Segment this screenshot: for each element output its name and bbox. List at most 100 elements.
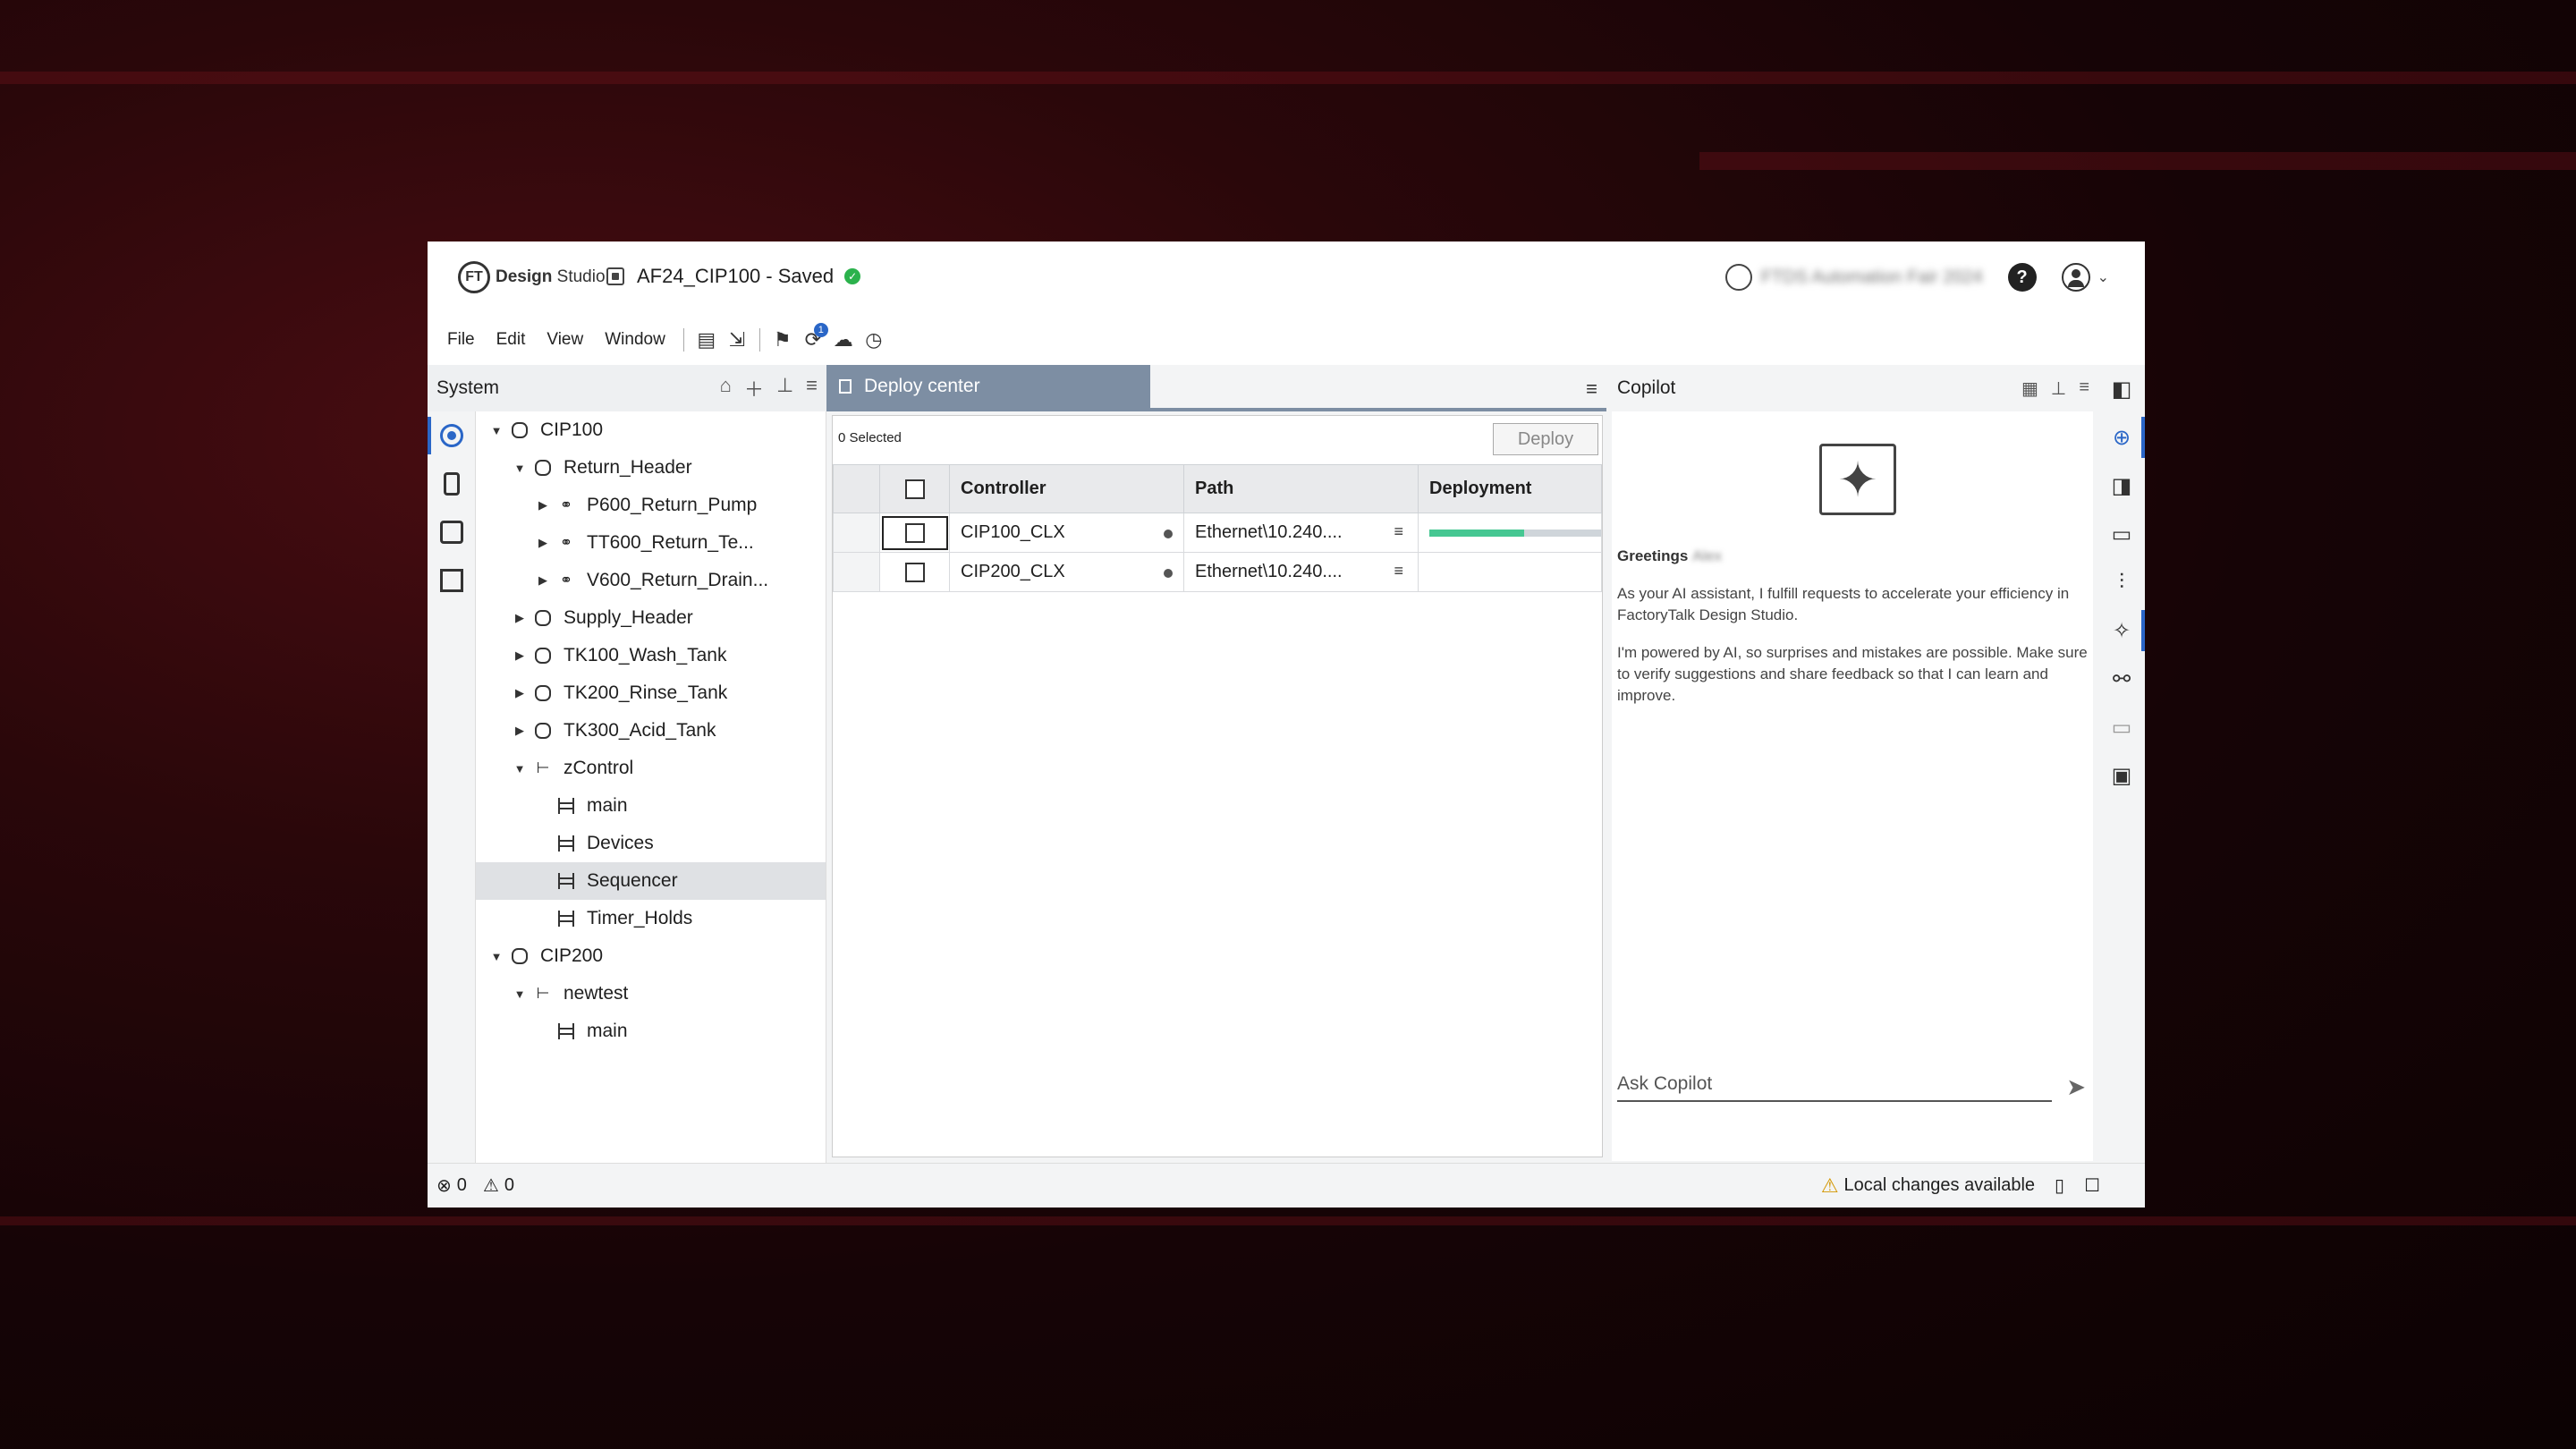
menu-window[interactable]: Window [594, 330, 676, 350]
prog-icon: ⊢ [536, 985, 550, 1002]
document-icon[interactable]: ▤ [691, 325, 722, 355]
toolbox-icon[interactable]: ▭ [2098, 510, 2145, 558]
menu-divider [758, 328, 760, 352]
cross-reference-icon[interactable]: ⚯ [2098, 655, 2145, 703]
tree-item-label: P600_Return_Pump [587, 495, 758, 515]
panel-toggle-icon[interactable]: ◧ [2098, 365, 2145, 413]
menu-edit[interactable]: Edit [486, 330, 537, 350]
send-icon[interactable]: ➤ [2066, 1073, 2086, 1101]
sync-icon[interactable]: ⟳ 1 [798, 323, 828, 355]
menu-file[interactable]: File [436, 330, 486, 350]
properties-icon[interactable]: ◨ [2098, 462, 2145, 510]
history-list-icon[interactable]: ▦ [2021, 377, 2038, 400]
menu-icon[interactable]: ≡ [1394, 522, 1403, 541]
deploy-button[interactable]: Deploy [1493, 423, 1598, 455]
sync-badge: 1 [813, 323, 828, 337]
dock-icon[interactable]: ▯ [2055, 1174, 2064, 1197]
tree-item[interactable]: ▼ ⊢ zControl [476, 750, 826, 787]
copilot-icon[interactable]: ✧ [2098, 606, 2145, 655]
menu-icon[interactable]: ≡ [1586, 377, 1597, 401]
tree-item[interactable]: Timer_Holds [476, 900, 826, 937]
chevron-right-icon[interactable]: ▶ [512, 686, 528, 700]
tree-item[interactable]: ▶ Supply_Header [476, 599, 826, 637]
user-menu[interactable]: ⌄ [2061, 263, 2109, 292]
menu-icon[interactable]: ≡ [806, 374, 818, 402]
chevron-right-icon[interactable]: ▶ [535, 573, 551, 588]
add-icon[interactable]: ＋ [744, 374, 764, 402]
tree-item[interactable]: ▶ ⚭ V600_Return_Drain... [476, 562, 826, 599]
route-icon: ⚭ [559, 572, 573, 589]
tree-item[interactable]: ▶ ⚭ TT600_Return_Te... [476, 524, 826, 562]
tree-item[interactable]: ▶ TK300_Acid_Tank [476, 712, 826, 750]
title-bar-actions: FTDS Automation Fair 2024 ? ⌄ [1724, 263, 2109, 292]
tree-item[interactable]: ▶ ⚭ P600_Return_Pump [476, 487, 826, 524]
pin-icon[interactable]: ⊥ [776, 374, 793, 402]
organization-selector[interactable]: FTDS Automation Fair 2024 [1724, 264, 1983, 291]
row-select-cell [879, 513, 950, 553]
settings-view-button[interactable] [428, 508, 476, 556]
tree-item[interactable]: Sequencer [476, 862, 826, 900]
tree-item-label: newtest [564, 983, 629, 1004]
chevron-down-icon[interactable]: ▼ [512, 762, 528, 775]
tab-strip: Deploy center ≡ [826, 365, 1606, 411]
tree-item[interactable]: ▼ CIP100 [476, 411, 826, 449]
hex-icon [535, 685, 551, 701]
output-icon[interactable]: ▭ [2098, 703, 2145, 751]
row-checkbox[interactable] [904, 522, 925, 543]
chevron-right-icon[interactable]: ▶ [535, 498, 551, 513]
error-count[interactable]: ⊗ 0 [436, 1174, 467, 1197]
tree-item[interactable]: ▼ CIP200 [476, 937, 826, 975]
table-row[interactable]: CIP100_CLX Ethernet\10.240.... ≡ [833, 513, 1602, 553]
chevron-down-icon[interactable]: ▼ [488, 950, 504, 963]
terminal-icon[interactable]: ▣ [2098, 751, 2145, 800]
menu-icon[interactable]: ≡ [1394, 562, 1403, 580]
tree-item[interactable]: main [476, 787, 826, 825]
chevron-right-icon[interactable]: ▶ [512, 611, 528, 625]
ladder-icon [558, 1023, 574, 1039]
flag-icon[interactable]: ⚑ [767, 325, 798, 355]
chevron-right-icon[interactable]: ▶ [512, 648, 528, 663]
tree-item[interactable]: ▼ ⊢ newtest [476, 975, 826, 1013]
warning-count[interactable]: ⚠ 0 [483, 1174, 514, 1197]
chevron-right-icon[interactable]: ▶ [535, 536, 551, 550]
chevron-down-icon[interactable]: ▼ [488, 424, 504, 437]
tab-deploy-center[interactable]: Deploy center [826, 365, 1150, 408]
help-icon[interactable]: ? [2007, 263, 2037, 292]
menu-view[interactable]: View [536, 330, 594, 350]
ask-copilot-input[interactable]: Ask Copilot [1617, 1068, 2052, 1102]
history-icon[interactable]: ◷ [859, 325, 889, 355]
column-header-deployment[interactable]: Deployment [1418, 464, 1602, 513]
chevron-right-icon[interactable]: ▶ [512, 724, 528, 738]
column-header-controller[interactable]: Controller [949, 464, 1184, 513]
chevron-down-icon[interactable]: ▼ [512, 462, 528, 475]
local-changes[interactable]: ⚠ Local changes available [1821, 1174, 2035, 1198]
compass-icon[interactable]: ⊕ [2098, 413, 2145, 462]
menu-bar: File Edit View Window ▤ ⇲ ⚑ ⟳ 1 ☁ ◷ [428, 315, 2145, 365]
organization-icon [1724, 264, 1752, 291]
tag-icon[interactable]: ⌂ [720, 374, 732, 402]
app-window: FT Design Studio AF24_CIP100 - Saved ✓ F… [428, 242, 2145, 1208]
tree-item[interactable]: ▼ Return_Header [476, 449, 826, 487]
tree-item[interactable]: main [476, 1013, 826, 1050]
row-gutter-header [833, 464, 880, 513]
copilot-panel: Copilot ▦ ⊥ ≡ ✦ Greetings Alex As your A… [1606, 365, 2098, 1163]
adjustments-icon[interactable]: ⫶ [2098, 558, 2145, 606]
row-checkbox[interactable] [904, 562, 925, 582]
library-view-button[interactable] [428, 556, 476, 605]
tree-item[interactable]: ▶ TK100_Wash_Tank [476, 637, 826, 674]
system-view-button[interactable] [428, 411, 476, 460]
export-icon[interactable]: ⇲ [722, 325, 752, 355]
chevron-down-icon[interactable]: ▼ [512, 987, 528, 1001]
tree-item-label: Devices [587, 833, 654, 853]
table-row[interactable]: CIP200_CLX Ethernet\10.240.... ≡ [833, 552, 1602, 592]
maximize-icon[interactable]: ☐ [2084, 1174, 2100, 1197]
organization-name: FTDS Automation Fair 2024 [1760, 267, 1983, 287]
device-view-button[interactable] [428, 460, 476, 508]
menu-icon[interactable]: ≡ [2079, 377, 2089, 400]
column-header-path[interactable]: Path [1183, 464, 1419, 513]
pin-icon[interactable]: ⊥ [2051, 377, 2066, 400]
tree-item[interactable]: ▶ TK200_Rinse_Tank [476, 674, 826, 712]
tree-item[interactable]: Devices [476, 825, 826, 862]
select-all-checkbox[interactable] [904, 479, 925, 499]
cloud-upload-icon[interactable]: ☁ [828, 325, 859, 355]
